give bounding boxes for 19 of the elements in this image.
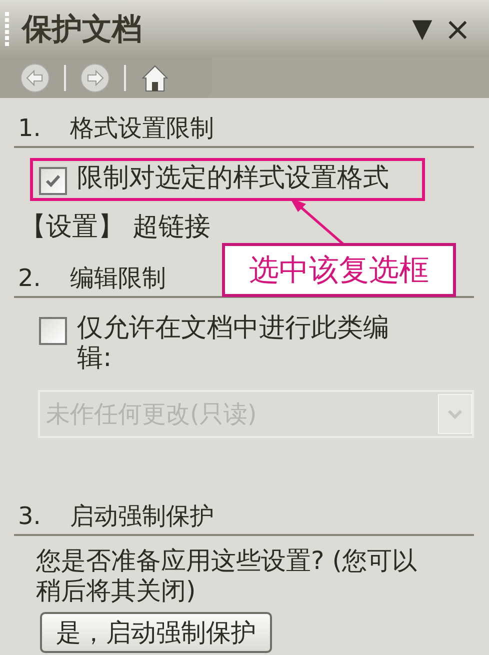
annotation-callout: 选中该复选框 bbox=[222, 243, 456, 297]
checkbox-label: 仅允许在文档中进行此类编辑: bbox=[77, 314, 390, 374]
checkbox[interactable] bbox=[39, 317, 67, 345]
pane-menu-button[interactable]: ▼ bbox=[406, 14, 438, 44]
start-protection-button[interactable]: 是，启动强制保护 bbox=[40, 612, 272, 653]
close-button[interactable]: × bbox=[438, 10, 477, 48]
section-heading: 3. 启动强制保护 bbox=[14, 496, 474, 536]
settings-link[interactable]: 【设置】 超链接 bbox=[20, 209, 210, 244]
chevron-down-icon bbox=[438, 394, 472, 434]
forward-icon[interactable] bbox=[80, 63, 110, 93]
pane-title: 保护文档 bbox=[22, 10, 142, 48]
check-icon bbox=[44, 172, 62, 190]
grip-icon bbox=[4, 11, 10, 47]
checkbox[interactable] bbox=[39, 167, 67, 195]
checkbox-label: 限制对选定的样式设置格式 bbox=[77, 164, 389, 194]
home-icon[interactable] bbox=[140, 63, 170, 93]
prompt-text: 您是否准备应用这些设置? (您可以稍后将其关闭) bbox=[36, 546, 418, 606]
section-heading: 1. 格式设置限制 bbox=[14, 108, 474, 148]
back-icon[interactable] bbox=[20, 63, 50, 93]
